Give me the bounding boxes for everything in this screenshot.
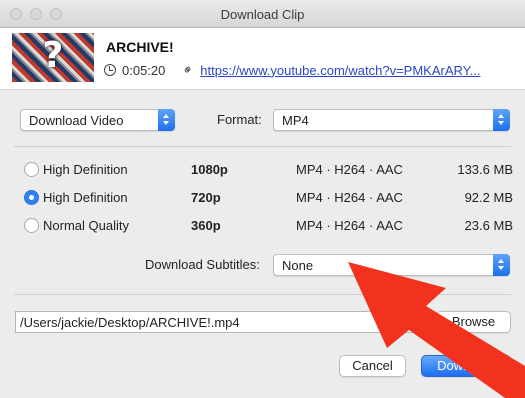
- quality-size: 92.2 MB: [464, 190, 513, 205]
- quality-size: 133.6 MB: [457, 162, 513, 177]
- download-button[interactable]: Download: [421, 355, 511, 377]
- quality-radio[interactable]: [24, 162, 39, 177]
- video-thumbnail: ?: [12, 33, 94, 82]
- clip-meta: 0:05:20 ⚭ https://www.youtube.com/watch?…: [104, 61, 481, 79]
- quality-name: High Definition: [43, 190, 128, 205]
- quality-resolution: 720p: [191, 190, 221, 205]
- format-label: Format:: [217, 112, 262, 127]
- clip-duration: 0:05:20: [122, 62, 166, 78]
- quality-codec: MP4 · H264 · AAC: [296, 190, 403, 205]
- quality-resolution: 1080p: [191, 162, 228, 177]
- chevron-updown-icon: [493, 109, 510, 131]
- subtitles-value: None: [282, 258, 314, 273]
- quality-resolution: 360p: [191, 218, 221, 233]
- format-value: MP4: [282, 113, 309, 128]
- cancel-button[interactable]: Cancel: [339, 355, 406, 377]
- clip-header: ? ARCHIVE! 0:05:20 ⚭ https://www.youtube…: [0, 28, 525, 90]
- save-path-value: /Users/jackie/Desktop/ARCHIVE!.mp4: [20, 315, 240, 330]
- quality-name: Normal Quality: [43, 218, 129, 233]
- subtitles-popup[interactable]: None: [273, 254, 510, 276]
- quality-name: High Definition: [43, 162, 128, 177]
- chevron-updown-icon: [493, 254, 510, 276]
- question-mark-icon: ?: [42, 35, 64, 76]
- browse-button[interactable]: Browse: [436, 311, 511, 333]
- download-mode-value: Download Video: [29, 113, 124, 128]
- clip-url-link[interactable]: https://www.youtube.com/watch?v=PMKArARY…: [200, 63, 480, 78]
- divider: [14, 146, 511, 147]
- format-popup[interactable]: MP4: [273, 109, 510, 131]
- window-title: Download Clip: [220, 7, 305, 22]
- quality-size: 23.6 MB: [464, 218, 513, 233]
- subtitles-label: Download Subtitles:: [145, 257, 260, 272]
- link-icon: ⚭: [179, 60, 198, 80]
- save-path-field[interactable]: /Users/jackie/Desktop/ARCHIVE!.mp4: [15, 311, 430, 333]
- title-bar: Download Clip: [0, 0, 525, 28]
- quality-codec: MP4 · H264 · AAC: [296, 162, 403, 177]
- divider: [14, 294, 511, 295]
- download-mode-popup[interactable]: Download Video: [20, 109, 175, 131]
- clip-title: ARCHIVE!: [106, 39, 174, 55]
- quality-radio-selected[interactable]: [24, 190, 39, 205]
- quality-codec: MP4 · H264 · AAC: [296, 218, 403, 233]
- chevron-updown-icon: [158, 109, 175, 131]
- quality-radio[interactable]: [24, 218, 39, 233]
- clock-icon: [104, 64, 116, 76]
